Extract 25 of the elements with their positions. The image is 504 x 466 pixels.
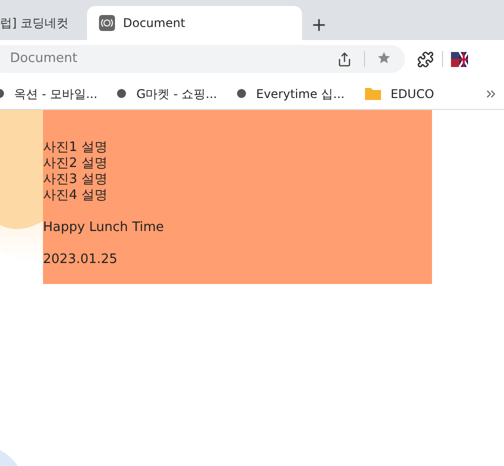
- bookmark-label: Everytime 십...: [256, 86, 345, 102]
- bookmark-label: 옥션 - 모바일...: [14, 86, 98, 102]
- photo-caption: 사진1 설명: [43, 140, 108, 156]
- tab-title: Document: [123, 15, 186, 32]
- date-text: 2023.01.25: [43, 252, 118, 268]
- bookmark-label: G마켓 - 쇼핑...: [136, 86, 218, 102]
- share-icon[interactable]: [337, 52, 352, 66]
- extensions-icon[interactable]: [417, 50, 434, 68]
- bookmark-label: EDUCO: [390, 86, 434, 102]
- bookmark-item[interactable]: Everytime 십...: [237, 84, 365, 102]
- bookmark-item[interactable]: G마켓 - 쇼핑...: [117, 84, 238, 102]
- browser-tab[interactable]: Document: [87, 6, 302, 40]
- browser-tab[interactable]: 럽] 코딩네컷: [0, 6, 87, 40]
- folder-icon: [364, 87, 381, 100]
- title-text: Happy Lunch Time: [43, 220, 165, 236]
- address-field[interactable]: Document: [0, 45, 405, 73]
- broadcast-icon: [99, 15, 115, 31]
- photo-caption: 사진4 설명: [43, 188, 108, 204]
- photo-caption: 사진3 설명: [43, 172, 108, 188]
- flag-icon[interactable]: [451, 50, 468, 68]
- tab-title: 럽] 코딩네컷: [0, 15, 68, 32]
- photo-caption: 사진2 설명: [43, 156, 108, 172]
- bookmark-item[interactable]: 옥션 - 모바일...: [0, 84, 118, 102]
- bookmark-item[interactable]: EDUCO: [364, 84, 454, 102]
- new-tab-icon[interactable]: [310, 16, 328, 34]
